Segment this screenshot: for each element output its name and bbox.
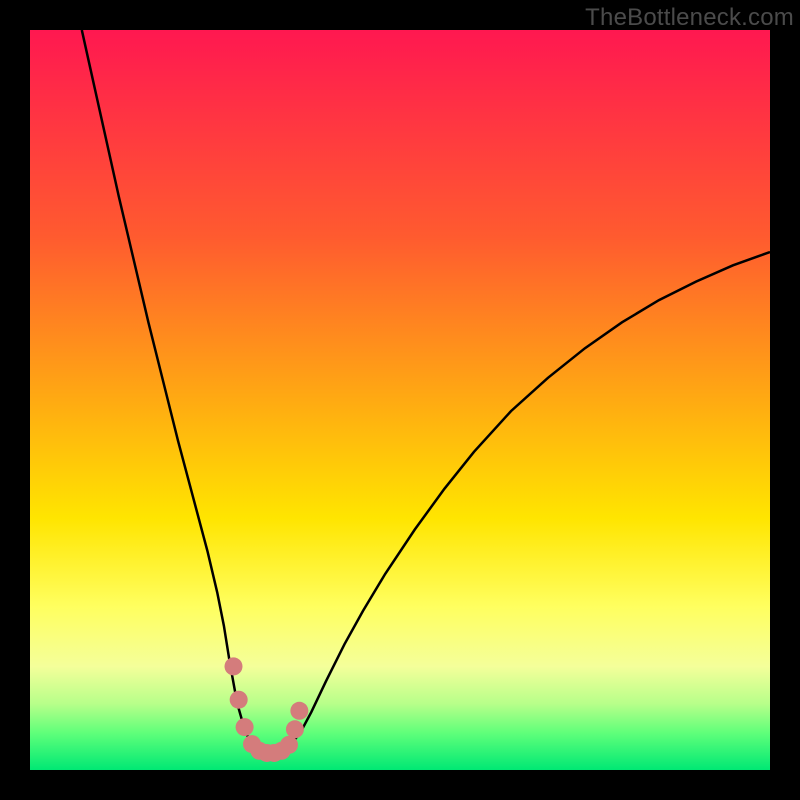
marker-dot — [290, 702, 308, 720]
chart-frame: TheBottleneck.com — [0, 0, 800, 800]
gradient-background — [30, 30, 770, 770]
watermark-text: TheBottleneck.com — [585, 4, 794, 32]
marker-dot — [225, 657, 243, 675]
marker-dot — [286, 720, 304, 738]
bottleneck-chart — [30, 30, 770, 770]
marker-dot — [236, 718, 254, 736]
marker-dot — [280, 736, 298, 754]
marker-dot — [230, 691, 248, 709]
